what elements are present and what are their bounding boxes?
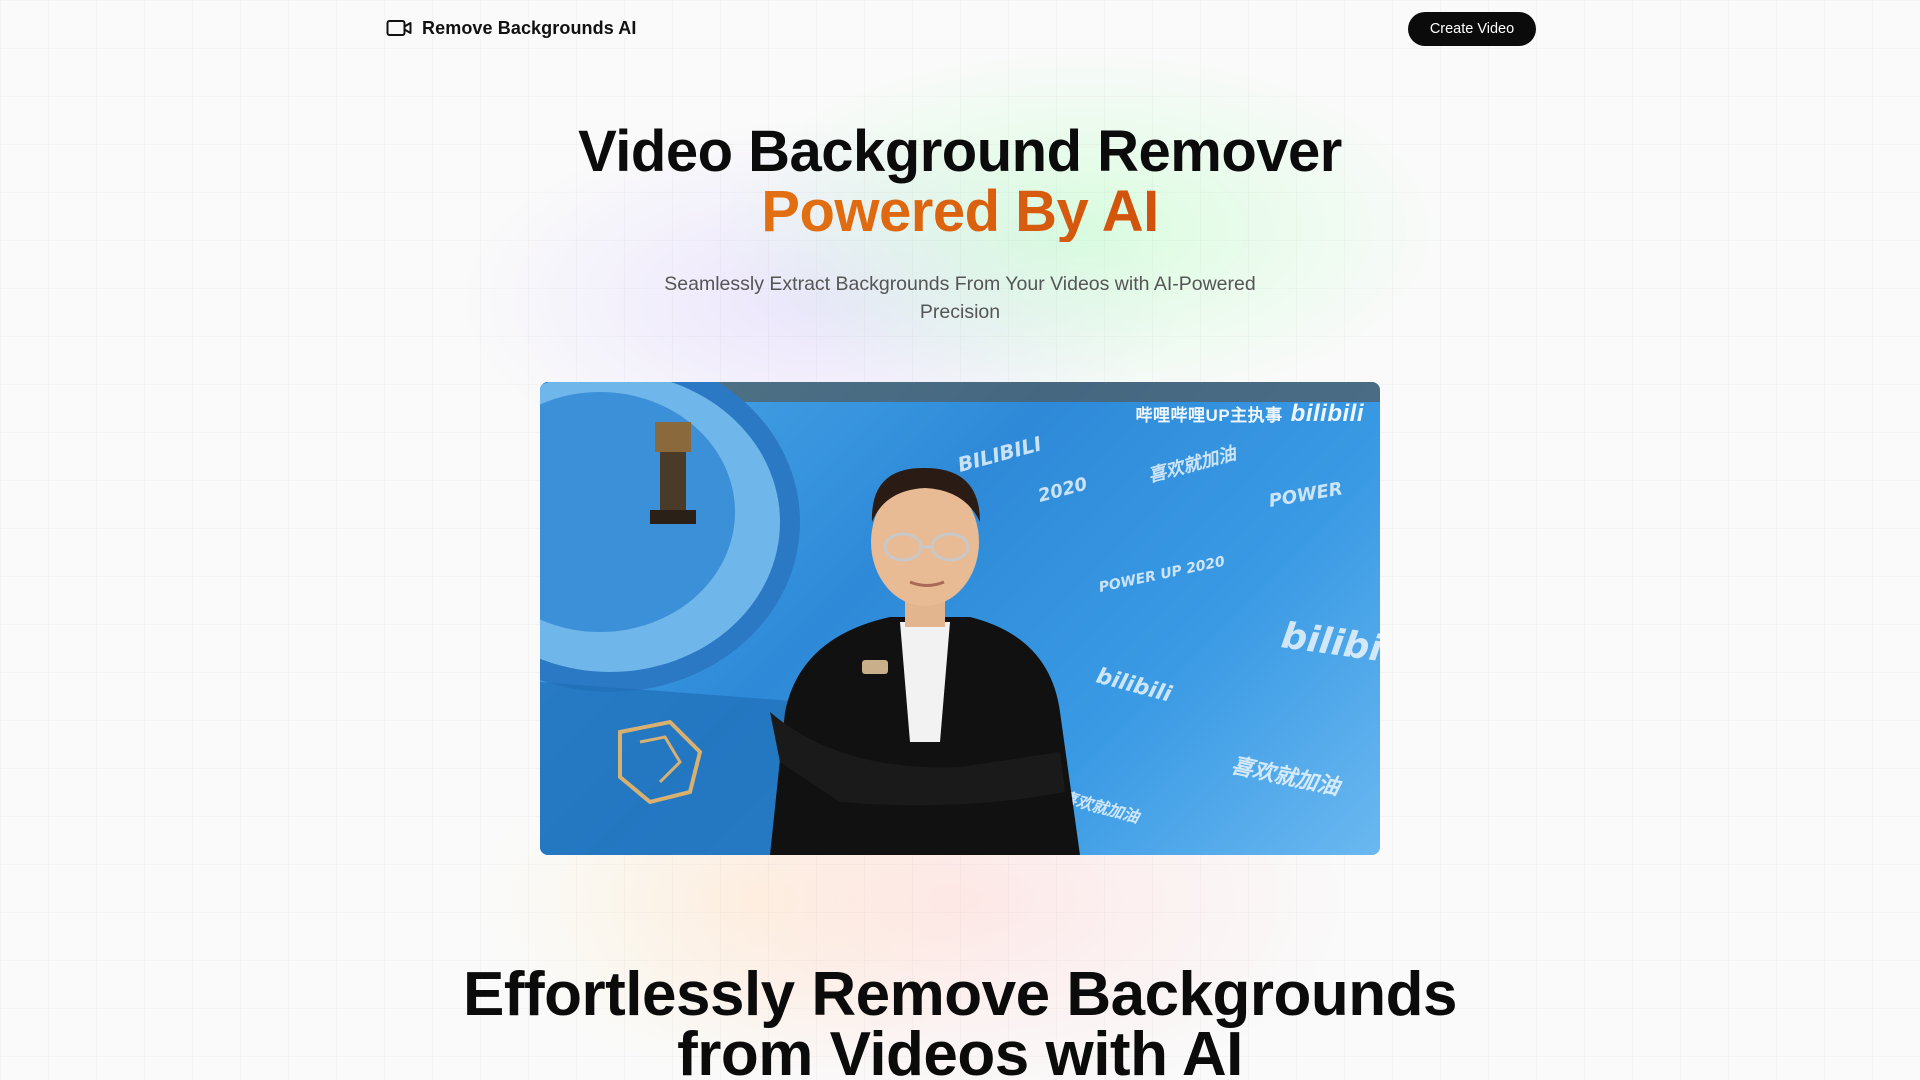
- svg-text:POWER: POWER: [1267, 478, 1344, 512]
- brand-link[interactable]: Remove Backgrounds AI: [386, 17, 637, 39]
- svg-text:bilibili: bilibili: [1093, 664, 1174, 708]
- video-frame-illustration: BILIBILI 2020 喜欢就加油 POWER POWER UP 2020 …: [540, 382, 1380, 855]
- section-title-line1: Effortlessly Remove Backgrounds: [462, 960, 1458, 1029]
- svg-text:2020: 2020: [1036, 474, 1090, 507]
- video-camera-icon: [386, 17, 412, 39]
- hero-title-line2: Powered By AI: [0, 182, 1920, 242]
- svg-text:POWER UP 2020: POWER UP 2020: [1098, 554, 1227, 596]
- brand-label: Remove Backgrounds AI: [422, 17, 637, 38]
- watermark-text: 哔哩哔哩UP主执事: [1135, 406, 1283, 425]
- page: Remove Backgrounds AI Create Video Video…: [0, 0, 1920, 1080]
- hero-subtitle: Seamlessly Extract Backgrounds From Your…: [664, 273, 1256, 323]
- video-watermark: 哔哩哔哩UP主执事 bilibili: [1136, 400, 1364, 428]
- svg-text:喜欢就加油: 喜欢就加油: [1229, 752, 1345, 801]
- section-title: Effortlessly Remove Backgrounds from Vid…: [0, 960, 1920, 1080]
- watermark-brand: bilibili: [1290, 400, 1364, 427]
- hero-title-line1: Video Background Remover: [578, 119, 1342, 184]
- create-video-button[interactable]: Create Video: [1408, 12, 1536, 46]
- svg-text:喜欢就加油: 喜欢就加油: [1146, 443, 1240, 487]
- svg-text:BILIBILI: BILIBILI: [955, 431, 1045, 477]
- site-header: Remove Backgrounds AI Create Video: [0, 0, 1920, 58]
- hero-title: Video Background Remover Powered By AI: [0, 122, 1920, 242]
- demo-video[interactable]: BILIBILI 2020 喜欢就加油 POWER POWER UP 2020 …: [540, 382, 1380, 855]
- section-title-line2: from Videos with AI: [677, 1020, 1243, 1080]
- svg-text:bilibili: bilibili: [1279, 615, 1380, 673]
